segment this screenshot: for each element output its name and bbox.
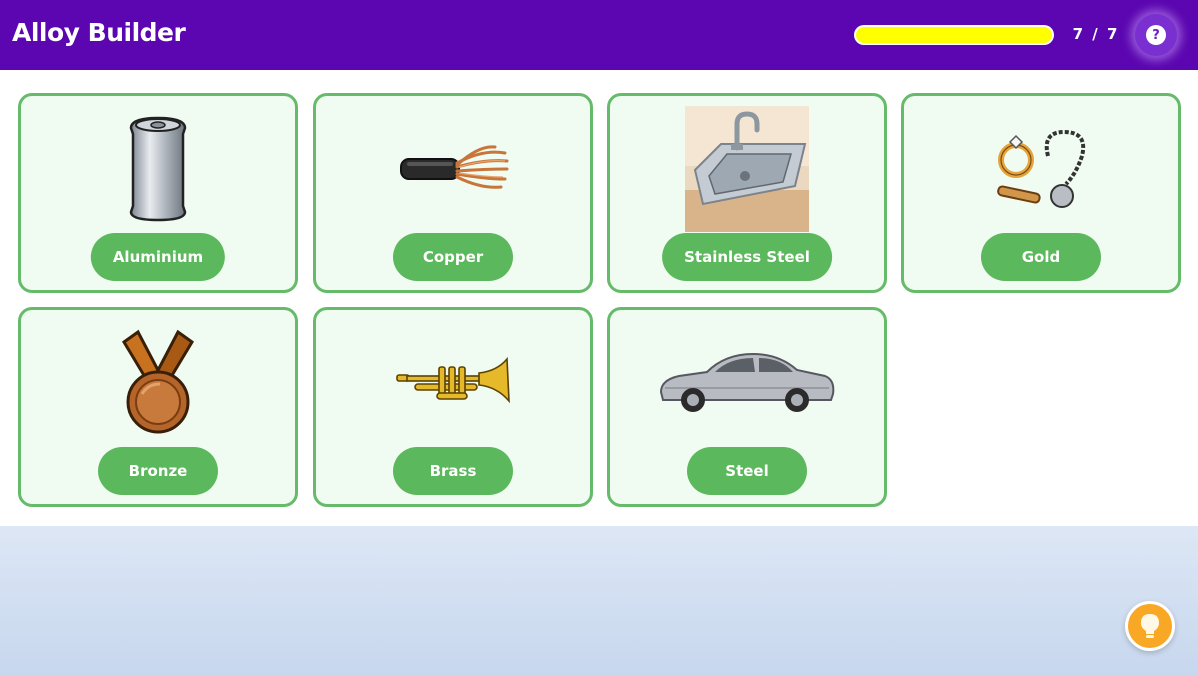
material-card-aluminium[interactable]: Aluminium (18, 93, 298, 293)
card-label: Bronze (98, 447, 218, 495)
card-label: Gold (981, 233, 1101, 281)
card-label: Aluminium (90, 233, 226, 281)
copper-wire-icon (316, 106, 590, 232)
material-card-steel[interactable]: Steel (607, 307, 887, 507)
card-label: Copper (393, 233, 513, 281)
card-label: Brass (393, 447, 513, 495)
material-card-gold[interactable]: Gold (901, 93, 1181, 293)
app-title: Alloy Builder (12, 18, 186, 47)
material-card-stainless-steel[interactable]: Stainless Steel (607, 93, 887, 293)
hint-button[interactable] (1125, 601, 1175, 651)
progress-count: 7 / 7 (1072, 25, 1120, 43)
material-card-copper[interactable]: Copper (313, 93, 593, 293)
soda-can-icon (21, 106, 295, 232)
lightbulb-icon (1141, 614, 1159, 638)
trumpet-icon (316, 320, 590, 446)
material-card-brass[interactable]: Brass (313, 307, 593, 507)
gold-jewelry-icon (904, 106, 1178, 232)
progress-fill (856, 27, 1052, 43)
bronze-medal-icon (21, 320, 295, 446)
help-button[interactable]: ? (1135, 14, 1177, 56)
card-label: Steel (687, 447, 807, 495)
question-mark-icon: ? (1146, 25, 1166, 45)
progress-bar (854, 25, 1054, 45)
card-label: Stainless Steel (662, 233, 832, 281)
material-card-bronze[interactable]: Bronze (18, 307, 298, 507)
top-bar: Alloy Builder 7 / 7 ? (0, 0, 1198, 70)
drop-zone (0, 526, 1198, 676)
kitchen-sink-icon (610, 106, 884, 232)
car-icon (610, 320, 884, 446)
